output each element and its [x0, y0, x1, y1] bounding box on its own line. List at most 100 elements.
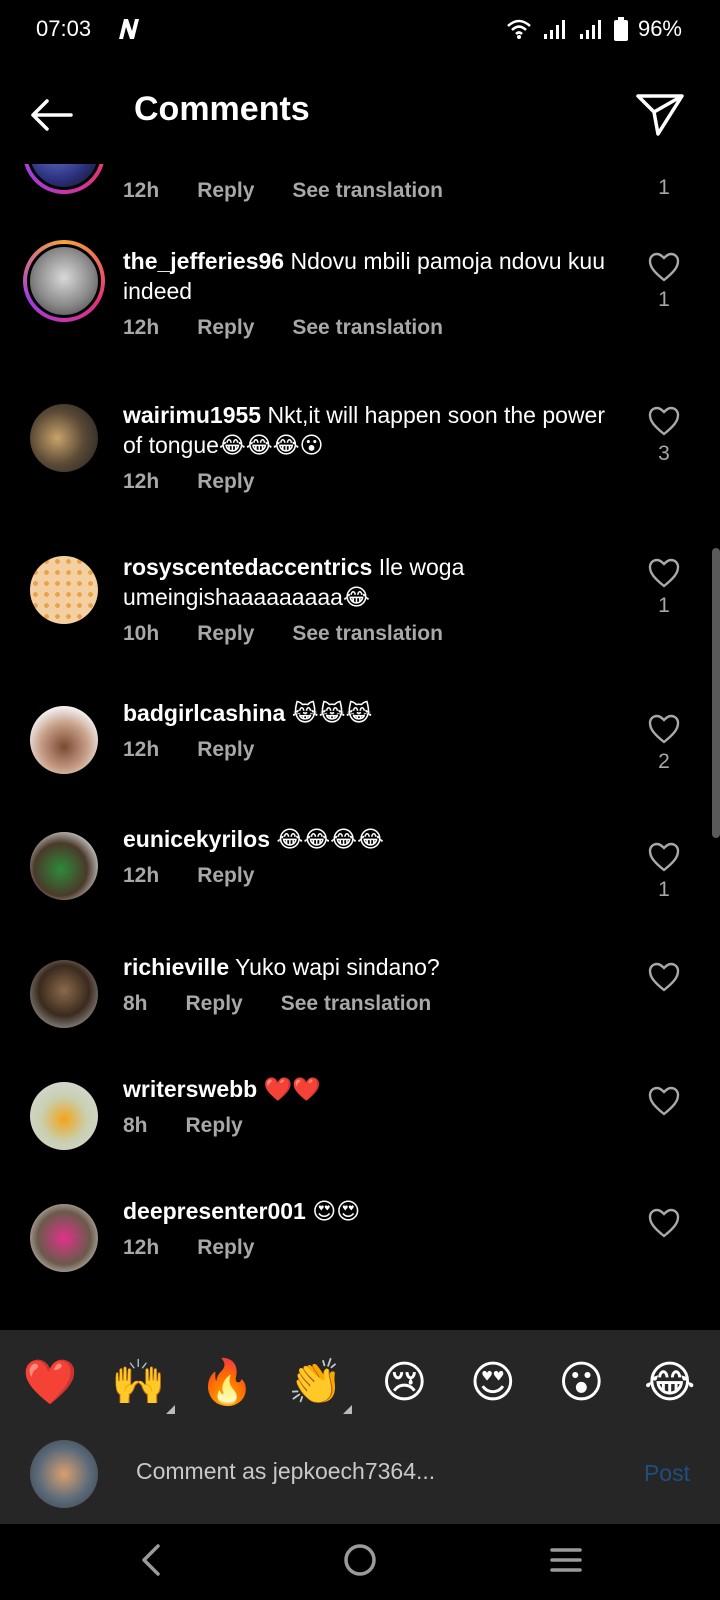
comment-username[interactable]: wairimu1955	[123, 402, 261, 428]
comment-time: 12h	[123, 316, 160, 339]
see-translation-button[interactable]: See translation	[292, 316, 443, 340]
comment-meta: 12h Reply See translation	[123, 179, 623, 203]
send-icon	[636, 94, 684, 136]
comment-body: ❤️❤️	[263, 1076, 321, 1102]
avatar[interactable]	[30, 404, 98, 472]
reply-button[interactable]: Reply	[186, 992, 243, 1016]
like-button[interactable]: 3	[646, 406, 682, 466]
comment-composer: Comment as jepkoech7364... Post	[0, 1434, 720, 1524]
comment-username[interactable]: deepresenter001	[123, 1198, 306, 1224]
post-button[interactable]: Post	[644, 1460, 690, 1487]
comment-meta: 12h Reply See translation	[123, 316, 623, 340]
reaction-laughing-emoji[interactable]: 😂	[638, 1357, 702, 1408]
see-translation-button[interactable]: See translation	[292, 622, 443, 646]
skin-tone-indicator-icon	[165, 1405, 175, 1414]
comment-text: deepresenter001 😍😍	[123, 1196, 623, 1226]
comment-meta: 12h Reply	[123, 738, 623, 762]
back-arrow-icon	[31, 99, 73, 131]
status-time: 07:03	[36, 16, 92, 41]
skin-tone-indicator-icon	[342, 1405, 352, 1414]
reply-button[interactable]: Reply	[197, 622, 254, 646]
battery-percent: 96%	[637, 16, 682, 41]
like-button[interactable]: 1	[646, 842, 682, 902]
like-count: 1	[658, 288, 670, 311]
comment-input[interactable]: Comment as jepkoech7364...	[136, 1458, 435, 1485]
comment-time: 8h	[123, 992, 148, 1015]
reply-button[interactable]: Reply	[197, 470, 254, 494]
avatar[interactable]	[30, 1204, 98, 1272]
reaction-crying-emoji[interactable]: 😢	[372, 1357, 436, 1408]
nav-recents-icon[interactable]	[548, 1542, 584, 1578]
raised-hands-emoji: 🙌	[111, 1357, 167, 1408]
comment-time: 12h	[123, 864, 160, 887]
comment-text: the_jefferies96 Ndovu mbili pamoja ndovu…	[123, 246, 623, 306]
nav-back-icon[interactable]	[138, 1542, 166, 1578]
comment-time: 8h	[123, 1114, 148, 1137]
avatar[interactable]	[30, 706, 98, 774]
comment-username[interactable]: badgirlcashina	[123, 700, 285, 726]
scrollbar[interactable]	[712, 548, 720, 838]
reply-button[interactable]: Reply	[197, 316, 254, 340]
reply-button[interactable]: Reply	[186, 1114, 243, 1138]
comment-username[interactable]: the_jefferies96	[123, 248, 284, 274]
comment-time: 12h	[123, 470, 160, 493]
comment-username[interactable]: rosyscentedaccentrics	[123, 554, 372, 580]
reaction-heart-emoji[interactable]: ❤️	[18, 1356, 82, 1408]
avatar[interactable]	[30, 960, 98, 1028]
reply-button[interactable]: Reply	[197, 1236, 254, 1260]
comment-text: richieville Yuko wapi sindano?	[123, 952, 623, 982]
share-button[interactable]	[634, 88, 686, 140]
notification-app-icon	[119, 19, 139, 39]
reaction-clap-emoji[interactable]: 👏	[284, 1356, 352, 1414]
comment-body: 😹😹😹	[291, 700, 373, 726]
comment-meta: 10h Reply See translation	[123, 622, 623, 646]
reaction-heart-eyes-emoji[interactable]: 😍	[461, 1357, 525, 1408]
back-button[interactable]	[26, 90, 76, 140]
emoji-reaction-bar: ❤️ 🙌 🔥 👏 😢 😍 😮 😂	[0, 1330, 720, 1434]
comment-time: 12h	[123, 179, 160, 202]
reaction-surprised-emoji[interactable]: 😮	[549, 1357, 613, 1408]
comment-username[interactable]: writerswebb	[123, 1076, 257, 1102]
like-button[interactable]: 1	[646, 252, 682, 312]
avatar[interactable]	[30, 832, 98, 900]
avatar[interactable]	[30, 1082, 98, 1150]
like-count: 2	[658, 750, 670, 773]
heart-icon	[648, 1208, 680, 1238]
reply-button[interactable]: Reply	[197, 738, 254, 762]
see-translation-button[interactable]: See translation	[292, 179, 443, 203]
comment-time: 12h	[123, 1236, 160, 1259]
current-user-avatar	[30, 1440, 98, 1508]
reaction-fire-emoji[interactable]: 🔥	[195, 1356, 259, 1408]
comment-username[interactable]: richieville	[123, 954, 229, 980]
heart-icon	[648, 842, 680, 872]
see-translation-button[interactable]: See translation	[281, 992, 432, 1016]
nav-home-icon[interactable]	[342, 1542, 378, 1578]
like-button[interactable]	[646, 1208, 682, 1238]
like-button[interactable]: 2	[646, 714, 682, 774]
wifi-icon	[507, 19, 531, 39]
comment-meta: 8h Reply See translation	[123, 992, 623, 1016]
like-count: 1	[658, 878, 670, 901]
like-count: 1	[658, 176, 670, 199]
signal-icon-2	[579, 20, 601, 39]
avatar[interactable]	[23, 240, 105, 322]
comment-list[interactable]: 12h Reply See translation 1 the_jefferie…	[0, 158, 720, 1330]
reply-button[interactable]: Reply	[197, 864, 254, 888]
avatar[interactable]	[30, 556, 98, 624]
reply-button[interactable]: Reply	[197, 179, 254, 203]
comment-text: wairimu1955 Nkt,it will happen soon the …	[123, 400, 623, 460]
header: Comments	[0, 64, 720, 164]
comment-text: rosyscentedaccentrics Ile woga umeingish…	[123, 552, 623, 612]
like-count: 1	[658, 594, 670, 617]
like-button[interactable]: 1	[646, 558, 682, 618]
page-title: Comments	[134, 90, 310, 128]
comment-meta: 12h Reply	[123, 1236, 623, 1260]
comment-text: writerswebb ❤️❤️	[123, 1074, 623, 1104]
comment-username[interactable]: eunicekyrilos	[123, 826, 270, 852]
heart-icon	[648, 252, 680, 282]
like-button[interactable]	[646, 1086, 682, 1116]
reaction-raised-hands-emoji[interactable]: 🙌	[107, 1356, 175, 1414]
like-button[interactable]	[646, 962, 682, 992]
like-button[interactable]: 1	[646, 170, 682, 200]
comment-body: 😂😂😂😂	[276, 826, 384, 852]
